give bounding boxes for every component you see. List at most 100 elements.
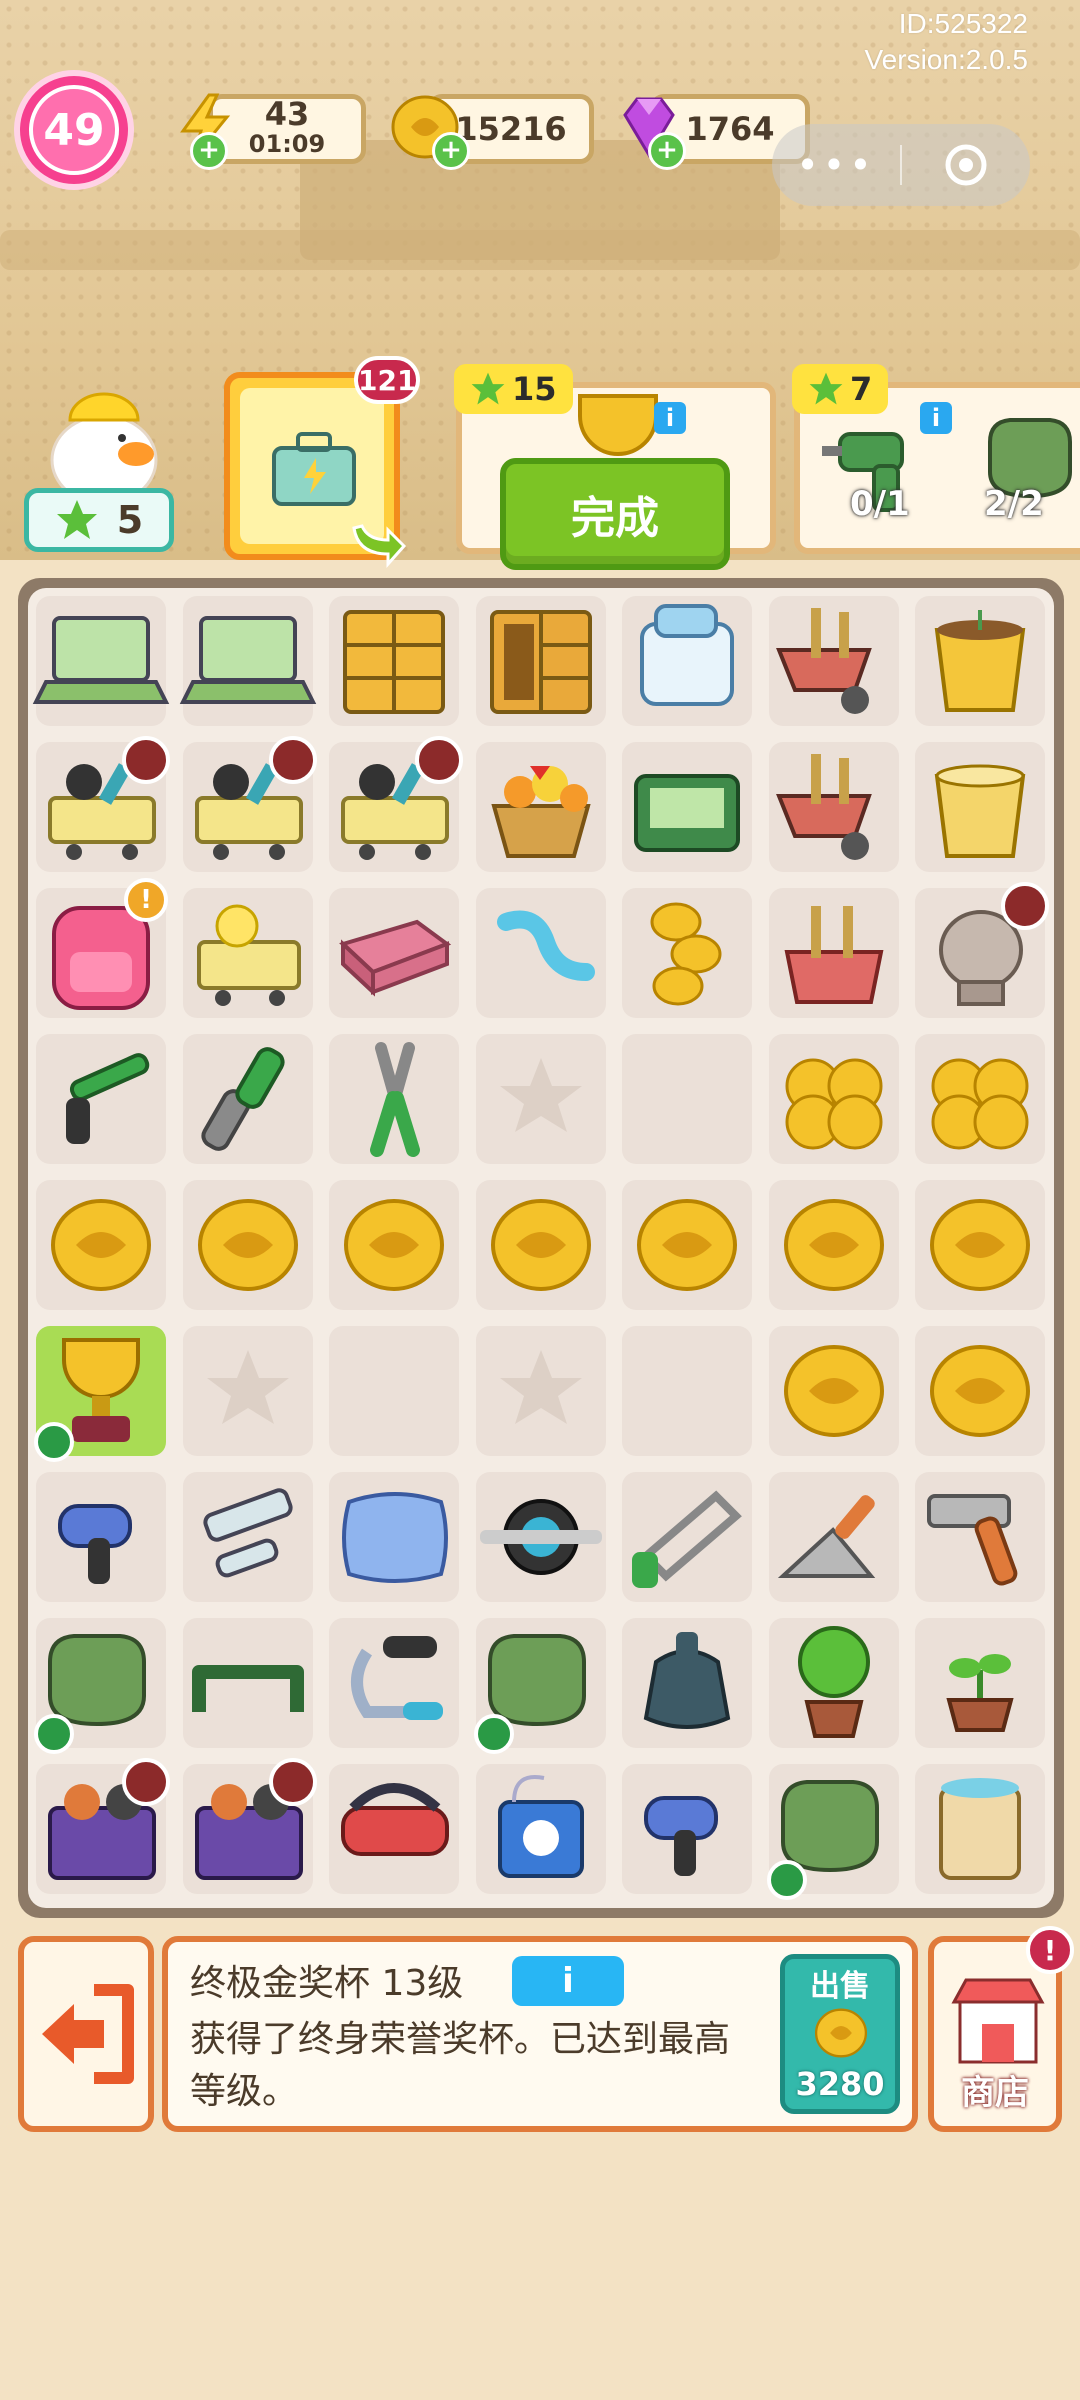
board-cell[interactable] [182,1180,313,1310]
order-info-icon[interactable]: i [920,402,952,434]
item-box-card[interactable]: 121 [224,356,421,568]
board-cell[interactable] [768,1034,899,1164]
board-cell[interactable] [182,888,313,1018]
board-cell[interactable] [473,1618,606,1754]
laptop-icon [32,616,170,704]
pillow-icon [342,1492,448,1583]
energy-counter[interactable]: 43 01:09 [180,93,366,164]
board-cell[interactable] [329,1034,459,1164]
board-cell[interactable] [475,1034,606,1164]
board-cell[interactable] [915,596,1045,726]
board-cell[interactable]: ! [36,878,168,1018]
washer-icon [640,604,734,706]
more-dots-icon[interactable]: ••• [772,143,900,187]
shop-button[interactable]: 商店 ! [928,1926,1074,2132]
board-cell[interactable] [329,596,459,726]
sell-price: 3280 [795,2065,885,2103]
board-cell[interactable] [622,596,752,726]
board-cell[interactable] [329,1326,459,1456]
board-cell[interactable] [766,1764,899,1900]
board-cell[interactable] [475,1326,606,1456]
timer-icon [268,736,317,784]
sell-button[interactable]: 出售 3280 [780,1954,900,2114]
board-cell[interactable] [622,1034,752,1164]
board-cell[interactable] [36,1472,166,1602]
board-cell[interactable] [475,1472,606,1602]
board-cell[interactable] [36,1758,170,1894]
board-cell[interactable] [915,1618,1045,1748]
duck-worker-avatar[interactable] [34,368,174,508]
board-cell[interactable] [768,1472,899,1602]
pliers-icon [370,1042,420,1157]
board-cell[interactable] [915,1764,1045,1894]
exit-button[interactable] [18,1936,154,2132]
board-cell[interactable] [36,1034,166,1164]
timer-icon [1001,882,1049,930]
order-card-tools[interactable]: 7 i 0/1 2/2 [792,364,1080,554]
add-coin-button[interactable]: + [432,132,470,170]
board-cell[interactable] [329,888,459,1018]
roller-tool-icon [202,1488,293,1578]
board-cell[interactable] [182,1472,313,1602]
coin-icon [930,1199,1030,1291]
board-cell[interactable] [915,882,1049,1018]
merge-board: ! [18,578,1064,1918]
board-cell[interactable] [915,742,1045,872]
board-cell[interactable] [182,1618,313,1748]
board-cell[interactable] [36,736,170,872]
board-cell[interactable] [475,742,606,872]
board-cell[interactable] [915,1034,1045,1164]
board-cell[interactable] [475,1180,606,1310]
board-cell[interactable] [32,596,170,726]
board-cell[interactable] [622,1764,752,1894]
add-gem-button[interactable]: + [648,132,686,170]
board-cell[interactable] [34,1326,166,1462]
board-cell[interactable] [475,1764,606,1894]
board-cell[interactable] [182,1034,313,1164]
board-cell[interactable] [768,742,899,872]
board-cell[interactable] [768,888,899,1018]
tool-basket-icon [784,906,883,1004]
board-cell[interactable] [622,1472,752,1602]
board-cell[interactable] [329,1618,459,1748]
board-cell[interactable] [915,1180,1045,1310]
order-info-icon[interactable]: i [654,402,686,434]
board-cell[interactable] [475,596,606,726]
coin-icon [783,1345,884,1437]
gloves-progress: 2/2 [984,484,1044,524]
board-cell[interactable] [182,1758,317,1894]
board-cell[interactable] [329,1764,459,1894]
board-cell[interactable] [768,1326,899,1456]
board-cell[interactable] [182,1326,313,1456]
player-level-badge[interactable]: 49 [14,70,134,190]
coin-icon [930,1345,1030,1437]
board-cell[interactable] [768,596,899,726]
target-icon[interactable] [902,141,1030,189]
board-cell[interactable] [34,1618,166,1754]
board-cell[interactable] [329,736,463,872]
board-cell[interactable] [915,1326,1045,1456]
order-reward-value: 15 [512,370,557,408]
merge-board-inner: ! [28,588,1054,1908]
check-icon [473,1714,514,1754]
board-cell[interactable] [622,1618,752,1748]
board-cell[interactable] [36,1180,166,1310]
board-cell[interactable] [622,888,752,1018]
board-cell[interactable] [622,742,752,872]
blue-ribbon-icon [496,910,595,981]
wheelbarrow-tools-icon [775,754,872,860]
alert-icon: ! [124,878,168,922]
board-cell[interactable] [182,736,317,872]
board-cell[interactable] [329,1472,459,1602]
board-cell[interactable] [622,1180,752,1310]
board-cell[interactable] [179,596,316,726]
board-cell[interactable] [329,1180,459,1310]
board-cell[interactable] [475,888,606,1018]
complete-order-button[interactable]: 完成 [500,458,730,570]
board-cell[interactable] [915,1472,1045,1602]
board-cell[interactable] [622,1326,752,1456]
board-cell[interactable] [768,1180,899,1310]
item-info-button[interactable]: i [512,1956,624,2006]
board-cell[interactable] [768,1618,899,1748]
add-energy-button[interactable]: + [190,132,228,170]
